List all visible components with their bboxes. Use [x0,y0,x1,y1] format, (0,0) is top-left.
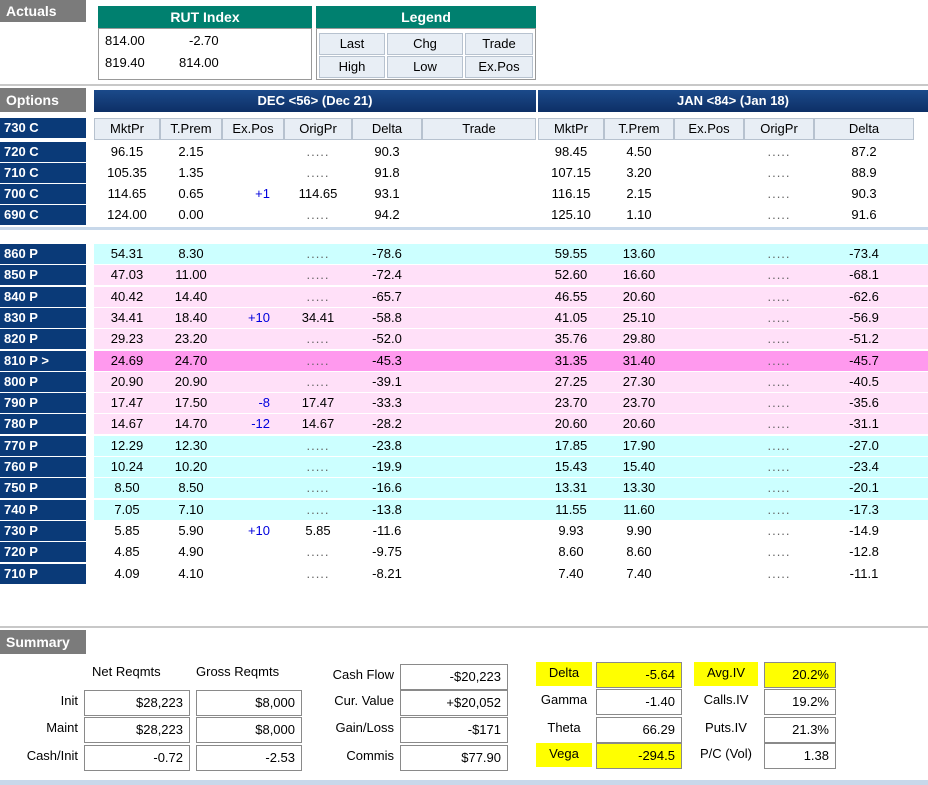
iv-value: 20.2% [764,662,836,688]
cash-value: $77.90 [400,745,508,771]
gross-reqmts-value: $8,000 [196,690,302,716]
greek-label: Gamma [540,692,588,707]
cash-value: -$171 [400,717,508,743]
greek-value: -294.5 [596,743,682,769]
net-reqmts-value: -0.72 [84,745,190,771]
net-reqmts-value: $28,223 [84,690,190,716]
gross-reqmts-value: $8,000 [196,717,302,743]
cash-value: +$20,052 [400,690,508,716]
cash-value: -$20,223 [400,664,508,690]
greek-value: -1.40 [596,689,682,715]
gross-reqmts-value: -2.53 [196,745,302,771]
bottom-bar [0,780,928,785]
iv-value: 19.2% [764,689,836,715]
summary-row-label: Init [60,693,78,708]
summary-area: Init $28,223 $8,000 Maint $28,223 $8,000 Cash/… [0,0,928,785]
greek-value: -5.64 [596,662,682,688]
summary-row-label: Maint [46,720,78,735]
net-reqmts-value: $28,223 [84,717,190,743]
iv-value: 1.38 [764,743,836,769]
iv-label: Calls.IV [703,692,749,707]
summary-row-label: Cash/Init [26,748,78,763]
cash-label: Cur. Value [334,693,394,708]
cash-label: Commis [346,748,394,763]
iv-label: P/C (Vol) [699,746,752,761]
iv-label: Avg.IV [694,662,758,686]
cash-label: Cash Flow [332,667,394,682]
greek-label: Theta [547,720,581,735]
greek-label: Vega [536,743,592,767]
iv-label: Puts.IV [705,720,747,735]
greek-value: 66.29 [596,717,682,743]
cash-label: Gain/Loss [335,720,394,735]
greek-label: Delta [536,662,592,686]
iv-value: 21.3% [764,717,836,743]
